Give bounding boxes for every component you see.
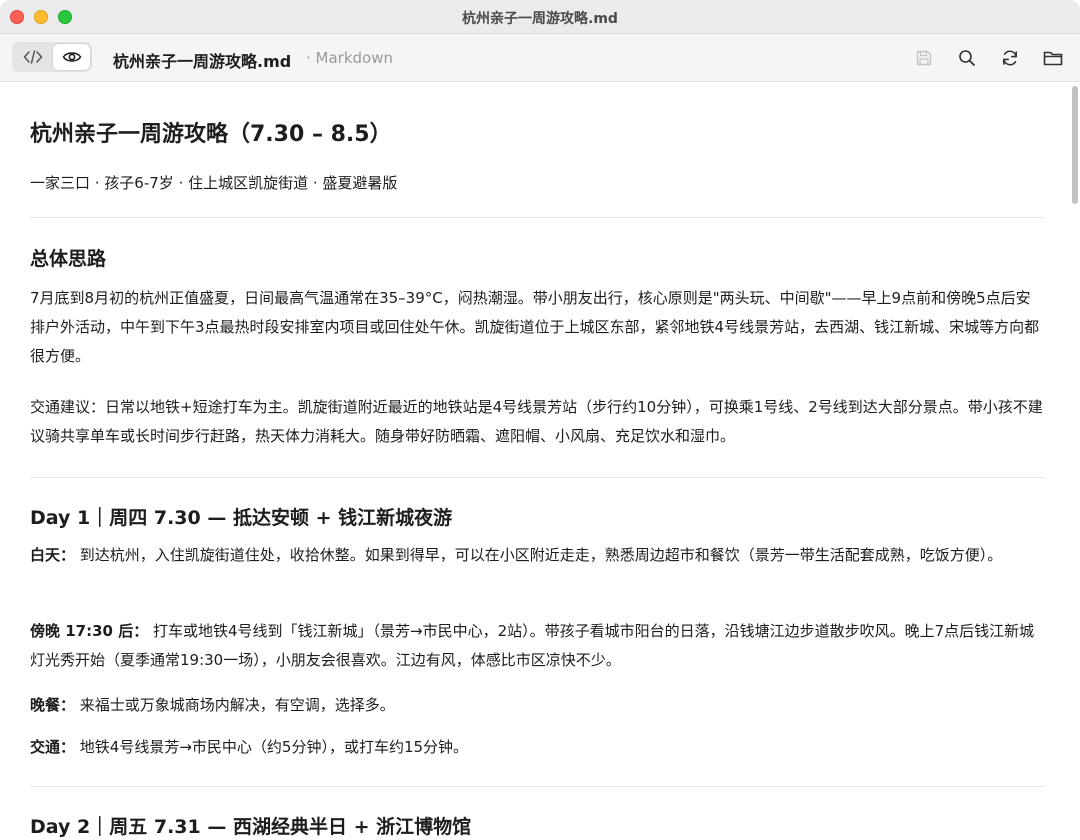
code-icon: [23, 50, 42, 64]
preview-mode-button[interactable]: [53, 44, 90, 70]
source-mode-button[interactable]: [14, 44, 51, 70]
vertical-scrollbar[interactable]: [1072, 86, 1078, 204]
day1-item-dinner: 晚餐： 来福士或万象城商场内解决，有空调，选择多。: [30, 691, 1044, 720]
divider: [30, 786, 1044, 787]
document-subtitle: 一家三口 · 孩子6-7岁 · 住上城区凯旋街道 · 盛夏避暑版: [30, 174, 398, 192]
item-text: 地铁4号线景芳→市民中心（约5分钟），或打车约15分钟。: [75, 738, 469, 756]
day1-item-evening: 傍晚 17:30 后： 打车或地铁4号线到「钱江新城」（景芳→市民中心，2站）。…: [30, 617, 1044, 675]
item-label: 晚餐：: [30, 696, 76, 714]
search-button[interactable]: [954, 45, 980, 71]
section-heading-overview: 总体思路: [30, 248, 107, 270]
divider: [30, 477, 1044, 478]
document-title: 杭州亲子一周游攻略（7.30 – 8.5）: [30, 122, 392, 147]
overview-paragraph: 7月底到8月初的杭州正值盛夏，日间最高气温通常在35–39°C，闷热潮湿。带小朋…: [30, 289, 1040, 365]
item-text: 来福士或万象城商场内解决，有空调，选择多。: [75, 696, 395, 714]
refresh-button[interactable]: [997, 45, 1023, 71]
save-button[interactable]: [911, 45, 937, 71]
section-heading-day2: Day 2｜周五 7.31 — 西湖经典半日 + 浙江博物馆: [30, 816, 472, 838]
toolbar: 杭州亲子一周游攻略.md · Markdown: [0, 34, 1080, 82]
item-label: 交通：: [30, 738, 76, 756]
day1-item-transport: 交通： 地铁4号线景芳→市民中心（约5分钟），或打车约15分钟。: [30, 733, 1044, 762]
window-title: 杭州亲子一周游攻略.md: [462, 11, 618, 27]
search-icon: [959, 50, 975, 66]
refresh-icon: [1003, 50, 1017, 66]
title-bar: 杭州亲子一周游攻略.md: [0, 0, 1080, 34]
transport-paragraph: 交通建议：日常以地铁+短途打车为主。凯旋街道附近最近的地铁站是4号线景芳站（步行…: [30, 398, 1043, 445]
folder-icon: [1043, 51, 1063, 66]
item-label: 傍晚 17:30 后：: [30, 622, 149, 640]
app-window: 杭州亲子一周游攻略.md 杭州亲子一周游攻略.md · Markdown 杭州亲…: [0, 0, 1080, 840]
save-icon: [916, 50, 932, 66]
item-text: 到达杭州，入住凯旋街道住处，收拾休整。如果到得早，可以在小区附近走走，熟悉周边超…: [75, 546, 1003, 564]
item-label: 白天：: [30, 546, 76, 564]
item-text: 打车或地铁4号线到「钱江新城」（景芳→市民中心，2站）。带孩子看城市阳台的日落，…: [30, 622, 1035, 669]
markdown-preview[interactable]: 杭州亲子一周游攻略（7.30 – 8.5） 一家三口 · 孩子6-7岁 · 住上…: [0, 82, 1080, 840]
open-folder-button[interactable]: [1040, 45, 1066, 71]
divider: [30, 217, 1044, 218]
file-type-label: · Markdown: [306, 49, 393, 67]
day1-item-daytime: 白天： 到达杭州，入住凯旋街道住处，收拾休整。如果到得早，可以在小区附近走走，熟…: [30, 541, 1044, 570]
view-mode-toggle: [12, 42, 92, 72]
eye-icon: [62, 52, 81, 62]
section-heading-day1: Day 1｜周四 7.30 — 抵达安顿 + 钱江新城夜游: [30, 507, 453, 529]
file-name: 杭州亲子一周游攻略.md: [113, 52, 292, 71]
